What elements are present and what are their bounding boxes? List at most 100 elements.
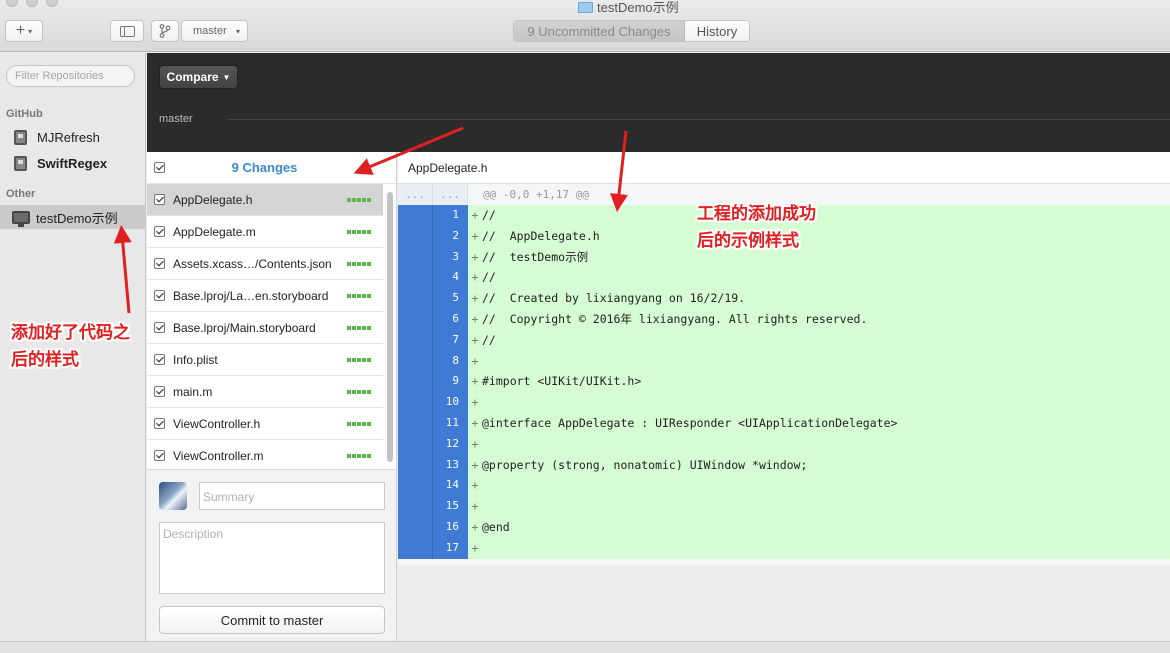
caret-down-icon: ▼ — [222, 72, 231, 82]
minimize-window-button[interactable] — [26, 0, 38, 7]
compare-button[interactable]: Compare ▼ — [159, 65, 238, 89]
diff-line-added[interactable]: 17 + — [398, 537, 1170, 559]
diff-line-added[interactable]: 7 +// — [398, 329, 1170, 351]
file-include-checkbox[interactable] — [154, 290, 165, 301]
changed-file-row[interactable]: ViewController.h — [147, 408, 383, 440]
tab-history[interactable]: History — [685, 21, 749, 41]
file-include-checkbox[interactable] — [154, 354, 165, 365]
toggle-sidebar-button[interactable] — [110, 20, 144, 42]
diffstat-additions — [347, 325, 371, 330]
plus-marker: + — [471, 332, 479, 347]
commit-panel: Summary Description Commit to master — [147, 469, 397, 641]
new-line-number: 11 — [433, 412, 468, 434]
diff-line-added[interactable]: 14 + — [398, 475, 1170, 497]
diff-line-added[interactable]: 13 + @property (strong, nonatomic) UIWindo… — [398, 454, 1170, 476]
diff-line-added[interactable]: 12 + — [398, 433, 1170, 455]
zoom-window-button[interactable] — [46, 0, 58, 7]
changed-file-row[interactable]: AppDelegate.m — [147, 216, 383, 248]
hunk-range: @@ -0,0 +1,17 @@ — [483, 188, 589, 201]
diff-line-code: + — [468, 392, 1170, 413]
plus-marker: + — [471, 436, 479, 451]
plus-marker: + — [471, 457, 479, 472]
close-window-button[interactable] — [6, 0, 18, 7]
compare-branch-label: master — [159, 113, 193, 125]
status-strip — [0, 641, 1170, 653]
changed-file-row[interactable]: main.m — [147, 376, 383, 408]
new-line-gutter: ... — [433, 184, 468, 205]
changed-file-name: AppDelegate.h — [173, 192, 253, 207]
diff-line-code: + — [468, 537, 1170, 559]
changes-scrollbar[interactable] — [387, 192, 393, 462]
commit-description-input[interactable]: Description — [159, 522, 385, 594]
chevron-down-icon: ▾ — [235, 26, 240, 36]
repository-icon — [14, 155, 27, 171]
annotation-right: 工程的添加成功 后的示例样式 — [697, 201, 816, 255]
folder-icon — [578, 2, 593, 13]
filter-repositories-input[interactable]: Filter Repositories — [6, 65, 135, 87]
diff-line-added[interactable]: 9 + #import <UIKit/UIKit.h> — [398, 371, 1170, 393]
commit-summary-input[interactable]: Summary — [199, 482, 385, 510]
changed-file-row[interactable]: Assets.xcass…/Contents.json — [147, 248, 383, 280]
diff-line-code: + — [468, 350, 1170, 372]
diff-line-added[interactable]: 5 +// Created by lixiangyang on 16/2/19. — [398, 288, 1170, 309]
diff-line-code: +// Created by lixiangyang on 16/2/19. — [468, 288, 1170, 309]
changed-file-name: main.m — [173, 384, 213, 399]
old-line-number — [398, 205, 433, 226]
toolbar: testDemo示例 + ▾ master ▾ 9 Uncommitted Ch… — [0, 0, 1170, 52]
changed-file-row[interactable]: Base.lproj/Main.storyboard — [147, 312, 383, 344]
diff-line-added[interactable]: 11 + @interface AppDelegate : UIResponder … — [398, 412, 1170, 434]
diff-line-added[interactable]: 4 +// — [398, 267, 1170, 289]
diff-line-text: // Created by lixiangyang on 16/2/19. — [482, 291, 746, 306]
old-line-gutter: ... — [398, 184, 433, 205]
diffstat-additions — [347, 293, 371, 298]
branch-selector-label: master — [193, 25, 227, 37]
repo-item-testdemo[interactable]: testDemo示例 — [0, 205, 146, 229]
compare-button-label: Compare — [166, 70, 219, 84]
file-include-checkbox[interactable] — [154, 194, 165, 205]
repo-item-mjrefresh[interactable]: MJRefresh — [0, 125, 146, 149]
old-line-number — [398, 392, 433, 413]
diffstat-additions — [347, 261, 371, 266]
file-include-checkbox[interactable] — [154, 226, 165, 237]
plus-marker: + — [471, 353, 479, 368]
new-line-number: 15 — [433, 496, 468, 517]
repo-item-swiftregex[interactable]: SwiftRegex — [0, 151, 146, 175]
old-line-number — [398, 288, 433, 309]
changed-file-row[interactable]: ViewController.m — [147, 440, 383, 469]
diff-line-added[interactable]: 16 + @end — [398, 516, 1170, 538]
file-include-checkbox[interactable] — [154, 322, 165, 333]
branch-selector[interactable]: master ▾ — [181, 20, 248, 42]
file-include-checkbox[interactable] — [154, 450, 165, 461]
diff-line-added[interactable]: 10 + — [398, 392, 1170, 413]
changed-file-row[interactable]: AppDelegate.h — [147, 184, 383, 216]
file-include-checkbox[interactable] — [154, 386, 165, 397]
changes-header: 9 Changes — [147, 152, 396, 184]
file-include-checkbox[interactable] — [154, 418, 165, 429]
new-line-number: 4 — [433, 267, 468, 289]
changed-file-name: ViewController.m — [173, 448, 264, 463]
window-title: testDemo示例 — [578, 0, 679, 16]
diff-line-code: +// — [468, 329, 1170, 351]
branch-button[interactable] — [151, 20, 179, 42]
tab-uncommitted-changes[interactable]: 9 Uncommitted Changes — [514, 21, 685, 41]
repo-name: MJRefresh — [37, 129, 100, 145]
file-include-checkbox[interactable] — [154, 258, 165, 269]
diff-line-added[interactable]: 6 +// Copyright © 2016年 lixiangyang. All … — [398, 308, 1170, 330]
new-line-number: 6 — [433, 308, 468, 330]
new-line-number: 8 — [433, 350, 468, 372]
diff-file-header: AppDelegate.h — [398, 152, 1170, 184]
add-repository-button[interactable]: + ▾ — [5, 20, 43, 42]
changed-file-row[interactable]: Info.plist — [147, 344, 383, 376]
diff-line-added[interactable]: 15 + — [398, 496, 1170, 517]
sidebar-icon — [119, 25, 135, 37]
diff-lines: 1 +//2 +// AppDelegate.h 3 +// testDemo示例 4 + /… — [398, 205, 1170, 559]
repository-icon — [14, 129, 27, 145]
select-all-checkbox[interactable] — [154, 162, 165, 173]
changed-file-row[interactable]: Base.lproj/La…en.storyboard — [147, 280, 383, 312]
changed-file-name: ViewController.h — [173, 416, 261, 431]
diff-line-text: @end — [482, 519, 510, 534]
commit-button[interactable]: Commit to master — [159, 606, 385, 634]
diff-line-code: + @interface AppDelegate : UIResponder <U… — [468, 412, 1170, 434]
diff-line-code: +// testDemo示例 — [468, 246, 1170, 268]
diff-line-added[interactable]: 8 + — [398, 350, 1170, 372]
